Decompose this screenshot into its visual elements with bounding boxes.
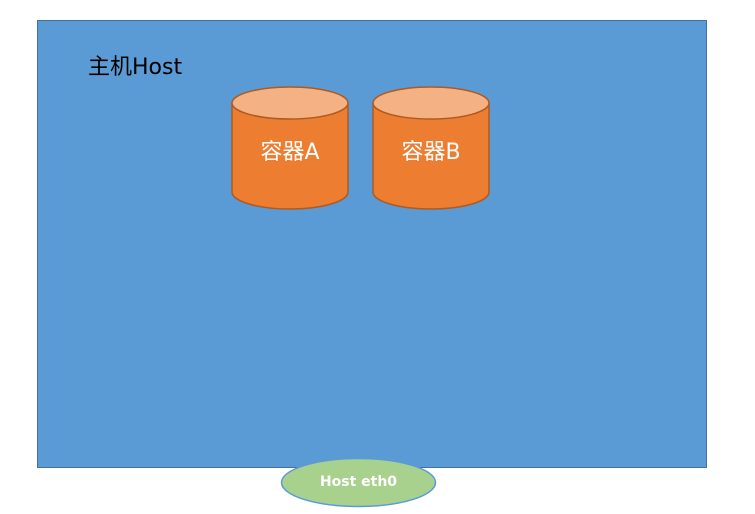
container-a-cylinder: 容器A <box>231 86 349 210</box>
container-b-label: 容器B <box>401 140 461 165</box>
container-b-cylinder: 容器B <box>372 86 490 210</box>
host-eth0-node: Host eth0 <box>280 457 437 508</box>
container-a-label: 容器A <box>260 140 320 165</box>
host-eth0-label: Host eth0 <box>319 474 398 490</box>
diagram-canvas: 主机Host 容器A 容器B Host eth0 <box>0 0 755 514</box>
host-label: 主机Host <box>88 55 183 80</box>
